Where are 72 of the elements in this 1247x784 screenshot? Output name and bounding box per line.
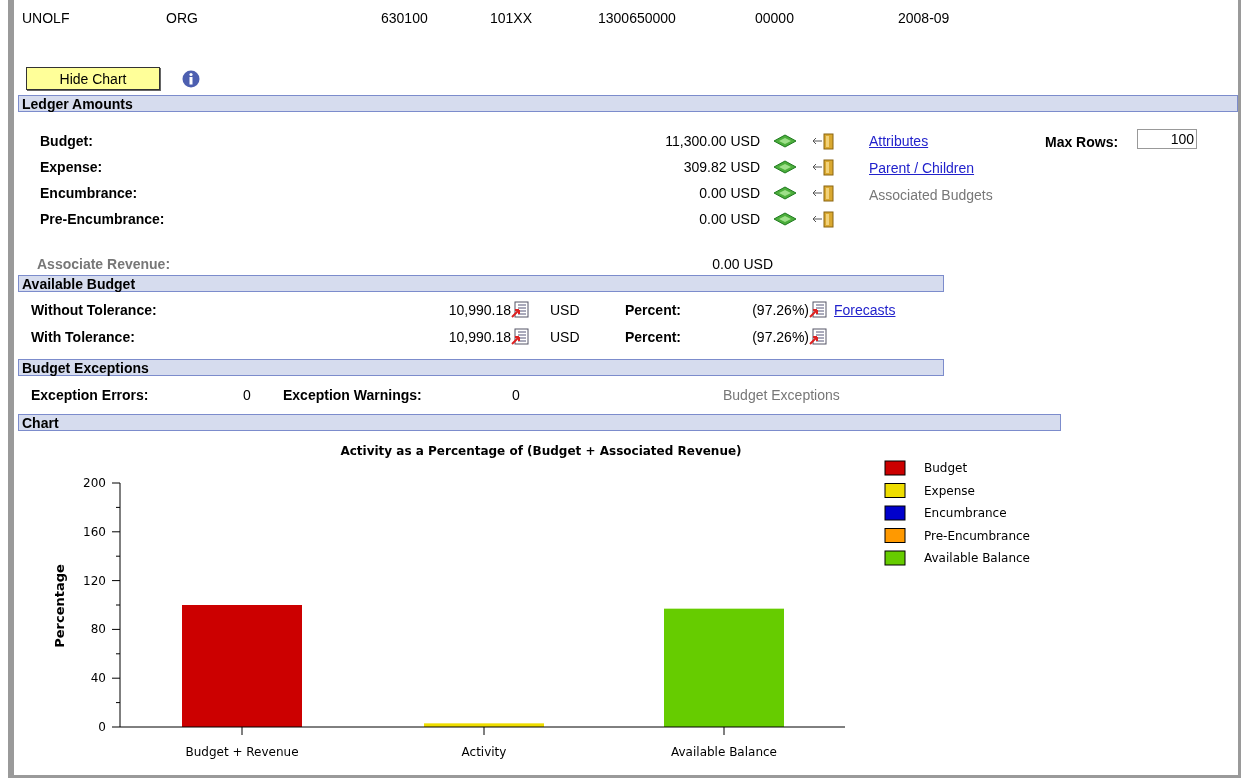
legend-label: Available Balance	[924, 551, 1030, 565]
y-tick-label: 40	[90, 671, 106, 686]
y-tick-label: 120	[83, 573, 106, 588]
money-icon[interactable]	[773, 160, 797, 174]
field-label: Max Rows:	[1045, 133, 1119, 152]
count-value: 0	[243, 387, 252, 403]
y-tick-label: 200	[83, 476, 106, 490]
amount-value: 0.00 USD	[698, 211, 760, 227]
section-header: Available Budget	[18, 275, 944, 292]
field-label: Exception Errors:	[31, 387, 150, 403]
amount-value: 10,990.18	[447, 301, 511, 318]
arrow-door-icon[interactable]	[811, 210, 835, 228]
section-header: Budget Exceptions	[18, 359, 944, 376]
y-axis-label: Percentage	[52, 564, 67, 648]
field-label: Percent:	[625, 328, 683, 345]
report-icon[interactable]	[511, 301, 529, 318]
amount-value: 309.82 USD	[682, 159, 760, 175]
field-label: With Tolerance:	[31, 328, 136, 345]
max-rows-field[interactable]: 100	[1137, 129, 1198, 149]
amount-value: 0.00 USD	[711, 256, 773, 272]
currency-value: USD	[550, 301, 581, 318]
header-field: 1300650000	[598, 10, 755, 30]
legend-label: Budget	[924, 461, 968, 475]
legend-label: Encumbrance	[924, 506, 1007, 520]
field-label: Pre-Encumbrance:	[40, 211, 166, 227]
x-tick-label: Available Balance	[671, 745, 777, 759]
link: Budget Exceptions	[723, 387, 840, 403]
amount-value: 0.00 USD	[698, 185, 760, 201]
field-label: Exception Warnings:	[283, 387, 423, 403]
report-icon[interactable]	[809, 301, 827, 318]
field-label: Budget:	[40, 133, 94, 149]
currency-value: USD	[550, 328, 581, 345]
header-field: 101XX	[490, 10, 598, 30]
count-value: 0	[512, 387, 521, 403]
y-tick-label: 160	[83, 524, 106, 539]
header-field: 630100	[381, 10, 490, 30]
y-tick-label: 0	[98, 720, 106, 734]
field-label: Percent:	[625, 301, 683, 318]
x-tick-label: Budget + Revenue	[185, 745, 299, 759]
hide-chart-button[interactable]: Hide Chart	[26, 67, 160, 90]
percent-value: (97.26%)	[751, 328, 809, 345]
money-icon[interactable]	[773, 134, 797, 148]
section-header: Chart	[18, 414, 1061, 431]
field-label: Expense:	[40, 159, 104, 175]
percent-value: (97.26%)	[751, 301, 809, 318]
info-icon[interactable]	[182, 69, 200, 88]
header-field: 2008-09	[898, 10, 1238, 30]
money-icon[interactable]	[773, 212, 797, 226]
header-field: 00000	[755, 10, 898, 30]
legend-label: Pre-Encumbrance	[924, 528, 1030, 543]
forecasts-link[interactable]: Forecasts	[834, 301, 896, 318]
legend-label: Expense	[924, 483, 975, 498]
header-field: UNOLF	[22, 10, 166, 30]
link: Associated Budgets	[869, 187, 994, 203]
header-field: ORG	[166, 10, 381, 30]
arrow-door-icon[interactable]	[811, 158, 835, 176]
arrow-door-icon[interactable]	[811, 132, 835, 150]
amount-value: 11,300.00 USD	[664, 133, 760, 149]
link[interactable]: Parent / Children	[869, 160, 1045, 176]
y-tick-label: 80	[90, 622, 106, 637]
field-label: Associate Revenue:	[37, 256, 172, 272]
field-label: Without Tolerance:	[31, 301, 158, 318]
amount-value: 10,990.18	[447, 328, 511, 345]
section-header: Ledger Amounts	[18, 95, 1238, 112]
link[interactable]: Attributes	[869, 133, 1045, 149]
report-icon[interactable]	[809, 328, 827, 345]
x-tick-label: Activity	[461, 745, 507, 759]
money-icon[interactable]	[773, 186, 797, 200]
report-icon[interactable]	[511, 328, 529, 345]
arrow-door-icon[interactable]	[811, 184, 835, 202]
field-label: Encumbrance:	[40, 185, 139, 201]
chart-title: Activity as a Percentage of (Budget + Associated Revenue)	[340, 444, 742, 458]
